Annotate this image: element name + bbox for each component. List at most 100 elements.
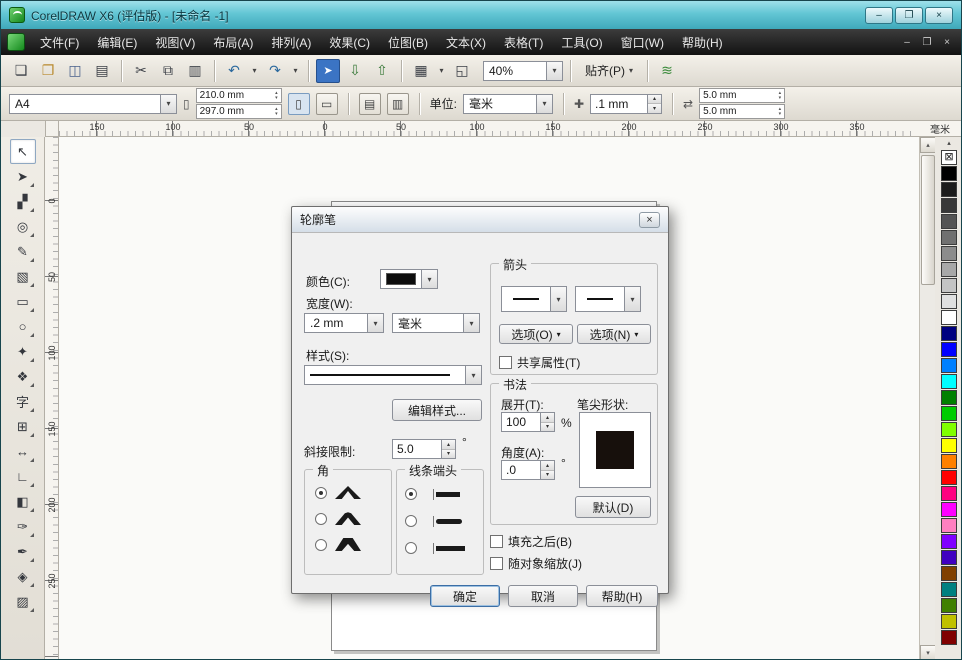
minimize-button[interactable]: – — [865, 7, 893, 24]
new-document-button[interactable]: ❏ — [9, 59, 33, 83]
ellipse-tool[interactable]: ○ — [10, 314, 36, 339]
scroll-up-button[interactable]: ▴ — [920, 137, 936, 153]
zoom-tool[interactable]: ◎ — [10, 214, 36, 239]
outline-color-picker[interactable]: ▾ — [380, 269, 438, 289]
color-swatch[interactable] — [941, 198, 957, 213]
zoom-dropdown-arrow-icon[interactable]: ▾ — [546, 62, 562, 80]
color-swatch[interactable] — [941, 166, 957, 181]
all-pages-button[interactable]: ▤ — [359, 93, 381, 115]
miter-limit-spinner[interactable]: ▴▾ — [441, 440, 455, 458]
color-swatch[interactable] — [941, 614, 957, 629]
close-button[interactable]: × — [925, 7, 953, 24]
scrollbar-thumb[interactable] — [921, 155, 935, 285]
menu-item-text[interactable]: 文本(X) — [437, 29, 495, 55]
start-arrow-options-button[interactable]: 选项(O) ▾ — [499, 324, 573, 344]
color-swatch[interactable] — [941, 534, 957, 549]
color-dropdown-arrow-icon[interactable]: ▾ — [421, 270, 437, 288]
nudge-distance-field[interactable]: .1 mm ▴▾ — [590, 94, 662, 114]
color-swatch[interactable] — [941, 294, 957, 309]
color-swatch[interactable] — [941, 326, 957, 341]
vertical-ruler[interactable]: 050100150200250 — [45, 137, 59, 660]
shape-tool[interactable]: ➤ — [10, 164, 36, 189]
start-arrowhead-combobox[interactable]: ▾ — [501, 286, 567, 312]
width-dropdown-arrow-icon[interactable]: ▾ — [367, 314, 383, 332]
export-button[interactable]: ⇧ — [370, 59, 394, 83]
page-width-field[interactable]: 210.0 mm ▴▾ — [196, 88, 282, 103]
vertical-scrollbar[interactable]: ▴ ▾ — [919, 137, 935, 660]
cancel-button[interactable]: 取消 — [508, 585, 578, 607]
import-button[interactable]: ⇩ — [343, 59, 367, 83]
angle-spinner[interactable]: ▴▾ — [540, 461, 554, 479]
maximize-button[interactable]: ❐ — [895, 7, 923, 24]
cap-square-option[interactable] — [397, 542, 483, 554]
width-units-dropdown-arrow-icon[interactable]: ▾ — [463, 314, 479, 332]
copy-button[interactable]: ⧉ — [156, 59, 180, 83]
document-restore-button[interactable]: ❐ — [917, 34, 937, 50]
blend-tool[interactable]: ◧ — [10, 489, 36, 514]
menu-item-bitmaps[interactable]: 位图(B) — [379, 29, 437, 55]
page-width-spinner[interactable]: ▴▾ — [275, 91, 278, 101]
nib-shape-preview[interactable] — [579, 412, 651, 488]
menu-item-view[interactable]: 视图(V) — [146, 29, 204, 55]
corel-menu-logo-icon[interactable] — [7, 33, 25, 51]
scroll-down-button[interactable]: ▾ — [920, 645, 936, 660]
color-swatch[interactable] — [941, 518, 957, 533]
interactive-fill-tool[interactable]: ▨ — [10, 589, 36, 614]
menu-item-effects[interactable]: 效果(C) — [320, 29, 379, 55]
stretch-field[interactable]: 100 ▴▾ — [501, 412, 555, 432]
document-close-button[interactable]: × — [937, 34, 957, 50]
color-swatch[interactable] — [941, 262, 957, 277]
dimension-tool[interactable]: ↔ — [10, 439, 36, 464]
view-mode-dropdown-button[interactable]: ▾ — [436, 59, 447, 83]
save-button[interactable]: ◫ — [63, 59, 87, 83]
color-swatch[interactable] — [941, 470, 957, 485]
menu-item-layout[interactable]: 布局(A) — [204, 29, 262, 55]
snap-to-dropdown[interactable]: 贴齐(P) ▾ — [578, 59, 640, 83]
paper-size-combobox[interactable]: A4 ▾ — [9, 94, 177, 114]
color-swatch[interactable] — [941, 438, 957, 453]
nudge-spinner[interactable]: ▴▾ — [647, 95, 661, 113]
application-launcher-button[interactable]: ➤ — [316, 59, 340, 83]
undo-button[interactable]: ↶ — [222, 59, 246, 83]
end-arrowhead-dropdown-icon[interactable]: ▾ — [624, 287, 640, 311]
menu-item-file[interactable]: 文件(F) — [31, 29, 88, 55]
color-swatch[interactable] — [941, 374, 957, 389]
ok-button[interactable]: 确定 — [430, 585, 500, 607]
end-arrow-options-button[interactable]: 选项(N) ▾ — [577, 324, 651, 344]
options-button[interactable]: ≋ — [655, 59, 679, 83]
document-minimize-button[interactable]: – — [897, 34, 917, 50]
corner-bevel-option[interactable] — [305, 538, 391, 551]
color-swatch[interactable] — [941, 246, 957, 261]
undo-dropdown-button[interactable]: ▾ — [249, 59, 260, 83]
menu-item-help[interactable]: 帮助(H) — [673, 29, 732, 55]
angle-field[interactable]: .0 ▴▾ — [501, 460, 555, 480]
color-swatch[interactable] — [941, 278, 957, 293]
table-tool[interactable]: ⊞ — [10, 414, 36, 439]
portrait-orientation-button[interactable]: ▯ — [288, 93, 310, 115]
style-dropdown-arrow-icon[interactable]: ▾ — [465, 366, 481, 384]
print-button[interactable]: ▤ — [90, 59, 114, 83]
menu-item-edit[interactable]: 编辑(E) — [88, 29, 146, 55]
color-swatch[interactable] — [941, 502, 957, 517]
duplicate-y-field[interactable]: 5.0 mm ▴▾ — [699, 104, 785, 119]
outline-pen-tool[interactable]: ✒ — [10, 539, 36, 564]
rectangle-tool[interactable]: ▭ — [10, 289, 36, 314]
color-swatch[interactable] — [941, 422, 957, 437]
color-swatch[interactable] — [941, 342, 957, 357]
fullscreen-preview-button[interactable]: ◱ — [450, 59, 474, 83]
units-dropdown-arrow-icon[interactable]: ▾ — [536, 95, 552, 113]
polygon-tool[interactable]: ✦ — [10, 339, 36, 364]
line-style-combobox[interactable]: ▾ — [304, 365, 482, 385]
scale-with-object-checkbox[interactable]: 随对象缩放(J) — [490, 555, 582, 572]
duplicate-y-spinner[interactable]: ▴▾ — [779, 107, 782, 117]
color-swatch[interactable] — [941, 182, 957, 197]
corner-round-option[interactable] — [305, 512, 391, 525]
page-height-field[interactable]: 297.0 mm ▴▾ — [196, 104, 282, 119]
view-mode-button[interactable]: ▦ — [409, 59, 433, 83]
stretch-spinner[interactable]: ▴▾ — [540, 413, 554, 431]
paste-button[interactable]: ▥ — [183, 59, 207, 83]
color-swatch[interactable] — [941, 550, 957, 565]
default-button[interactable]: 默认(D) — [575, 496, 651, 518]
miter-limit-field[interactable]: 5.0 ▴▾ — [392, 439, 456, 459]
menu-item-window[interactable]: 窗口(W) — [612, 29, 673, 55]
